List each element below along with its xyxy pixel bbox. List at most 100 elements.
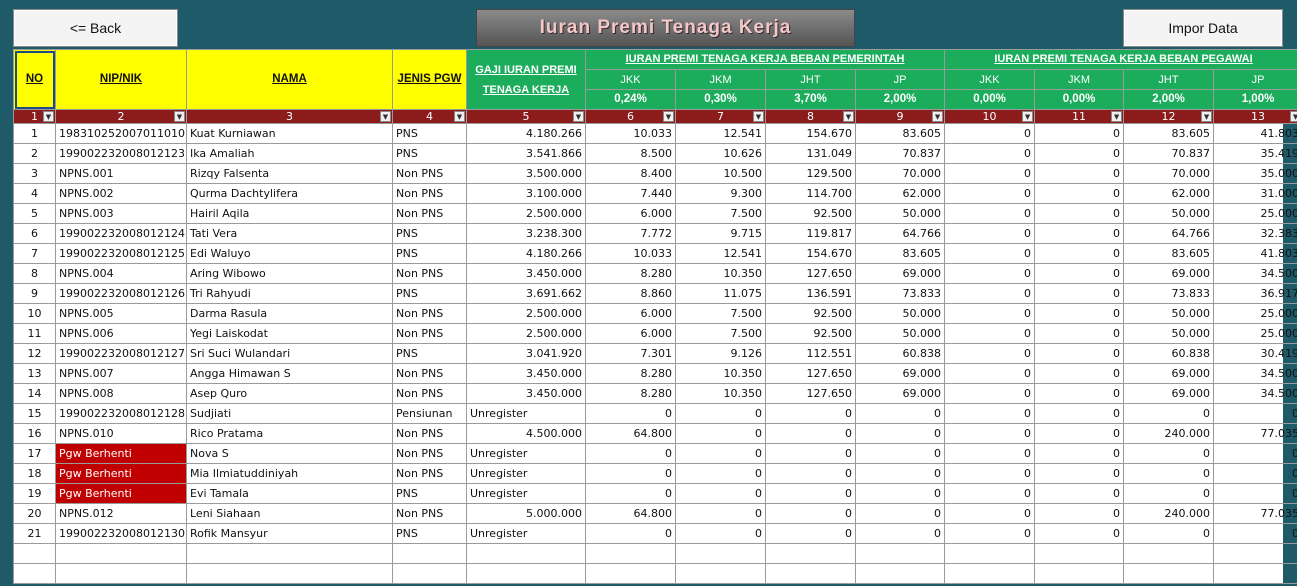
- cell[interactable]: 0: [1034, 123, 1125, 144]
- cell[interactable]: Non PNS: [392, 303, 467, 324]
- cell[interactable]: 0: [944, 403, 1036, 424]
- empty-cell[interactable]: [944, 563, 1036, 584]
- cell[interactable]: 11: [13, 323, 56, 344]
- cell[interactable]: 69.000: [854, 383, 946, 404]
- cell[interactable]: Yegi Laiskodat: [186, 323, 393, 344]
- cell[interactable]: 13: [13, 363, 56, 384]
- empty-cell[interactable]: [944, 543, 1036, 564]
- cell[interactable]: 50.000: [854, 303, 946, 324]
- cell[interactable]: 0: [675, 403, 766, 424]
- cell[interactable]: Qurma Dachtylifera: [186, 183, 393, 204]
- empty-cell[interactable]: [765, 563, 856, 584]
- cell[interactable]: 129.500: [765, 163, 856, 184]
- cell[interactable]: 0: [1123, 403, 1215, 424]
- cell[interactable]: 7.500: [675, 303, 766, 324]
- cell[interactable]: 0: [765, 423, 856, 444]
- filter-cell[interactable]: 7 ▼: [675, 109, 766, 124]
- cell[interactable]: NPNS.001: [55, 163, 187, 184]
- cell[interactable]: 0: [854, 483, 946, 504]
- cell[interactable]: 5: [13, 203, 56, 224]
- cell[interactable]: 0: [944, 303, 1036, 324]
- cell[interactable]: 0: [585, 403, 676, 424]
- cell[interactable]: 0: [944, 163, 1036, 184]
- cell[interactable]: 10.033: [585, 123, 676, 144]
- cell[interactable]: 0: [1034, 343, 1125, 364]
- cell[interactable]: 0: [1034, 183, 1125, 204]
- cell[interactable]: 92.500: [765, 323, 856, 344]
- cell[interactable]: Non PNS: [392, 383, 467, 404]
- cell[interactable]: 8.500: [585, 143, 676, 164]
- cell[interactable]: 0: [675, 523, 766, 544]
- filter-dropdown-icon[interactable]: ▼: [663, 111, 674, 122]
- cell[interactable]: 199002232008012130: [55, 523, 187, 544]
- cell[interactable]: Tri Rahyudi: [186, 283, 393, 304]
- cell[interactable]: 0: [944, 383, 1036, 404]
- cell[interactable]: 70.837: [854, 143, 946, 164]
- cell[interactable]: 0: [1123, 483, 1215, 504]
- cell[interactable]: 6.000: [585, 323, 676, 344]
- header-rate[interactable]: 0,00%: [1034, 89, 1125, 110]
- cell[interactable]: 14: [13, 383, 56, 404]
- cell[interactable]: NPNS.003: [55, 203, 187, 224]
- cell[interactable]: Pgw Berhenti: [55, 463, 187, 484]
- cell[interactable]: 10.350: [675, 383, 766, 404]
- cell[interactable]: 8.860: [585, 283, 676, 304]
- import-data-button[interactable]: Impor Data: [1123, 9, 1283, 47]
- cell[interactable]: 7.301: [585, 343, 676, 364]
- cell[interactable]: 60.838: [854, 343, 946, 364]
- filter-dropdown-icon[interactable]: ▼: [1022, 111, 1034, 122]
- cell[interactable]: 0: [1213, 483, 1297, 504]
- cell[interactable]: NPNS.005: [55, 303, 187, 324]
- cell[interactable]: 199002232008012128: [55, 403, 187, 424]
- cell[interactable]: Pensiunan: [392, 403, 467, 424]
- cell[interactable]: 0: [1123, 443, 1215, 464]
- cell[interactable]: 4.500.000: [466, 423, 586, 444]
- filter-dropdown-icon[interactable]: ▼: [1201, 111, 1213, 122]
- empty-cell[interactable]: [585, 543, 676, 564]
- cell[interactable]: Non PNS: [392, 203, 467, 224]
- header-rate[interactable]: 2,00%: [854, 89, 946, 110]
- cell[interactable]: 12: [13, 343, 56, 364]
- empty-cell[interactable]: [1213, 543, 1297, 564]
- cell[interactable]: 0: [585, 443, 676, 464]
- cell[interactable]: Non PNS: [392, 363, 467, 384]
- cell[interactable]: Rofik Mansyur: [186, 523, 393, 544]
- empty-cell[interactable]: [466, 563, 586, 584]
- cell[interactable]: 19: [13, 483, 56, 504]
- cell[interactable]: Edi Waluyo: [186, 243, 393, 264]
- cell[interactable]: 0: [1213, 523, 1297, 544]
- empty-cell[interactable]: [1123, 543, 1215, 564]
- filter-dropdown-icon[interactable]: ▼: [843, 111, 854, 122]
- filter-cell[interactable]: 13 ▼: [1213, 109, 1297, 124]
- cell[interactable]: 0: [1034, 203, 1125, 224]
- cell[interactable]: Evi Tamala: [186, 483, 393, 504]
- cell[interactable]: 0: [765, 503, 856, 524]
- cell[interactable]: 12.541: [675, 123, 766, 144]
- cell[interactable]: 18: [13, 463, 56, 484]
- header-gaji[interactable]: GAJI IURAN PREMI TENAGA KERJA: [466, 49, 586, 110]
- cell[interactable]: 198310252007011010: [55, 123, 187, 144]
- cell[interactable]: NPNS.004: [55, 263, 187, 284]
- cell[interactable]: 10.033: [585, 243, 676, 264]
- cell[interactable]: 119.817: [765, 223, 856, 244]
- cell[interactable]: 2: [13, 143, 56, 164]
- cell[interactable]: 0: [585, 483, 676, 504]
- cell[interactable]: Aring Wibowo: [186, 263, 393, 284]
- cell[interactable]: 0: [1034, 283, 1125, 304]
- cell[interactable]: 60.838: [1123, 343, 1215, 364]
- empty-cell[interactable]: [186, 543, 393, 564]
- cell[interactable]: PNS: [392, 523, 467, 544]
- header-rate[interactable]: 1,00%: [1213, 89, 1297, 110]
- cell[interactable]: 0: [1034, 503, 1125, 524]
- filter-cell[interactable]: 10 ▼: [944, 109, 1036, 124]
- cell[interactable]: 199002232008012124: [55, 223, 187, 244]
- cell[interactable]: Nova S: [186, 443, 393, 464]
- cell[interactable]: 154.670: [765, 123, 856, 144]
- cell[interactable]: 10.350: [675, 263, 766, 284]
- cell[interactable]: 2.500.000: [466, 323, 586, 344]
- empty-cell[interactable]: [585, 563, 676, 584]
- header-beban-pemerintah[interactable]: IURAN PREMI TENAGA KERJA BEBAN PEMERINTA…: [584, 49, 946, 70]
- filter-dropdown-icon[interactable]: ▼: [753, 111, 764, 122]
- cell[interactable]: 199002232008012126: [55, 283, 187, 304]
- cell[interactable]: 35.419: [1213, 143, 1297, 164]
